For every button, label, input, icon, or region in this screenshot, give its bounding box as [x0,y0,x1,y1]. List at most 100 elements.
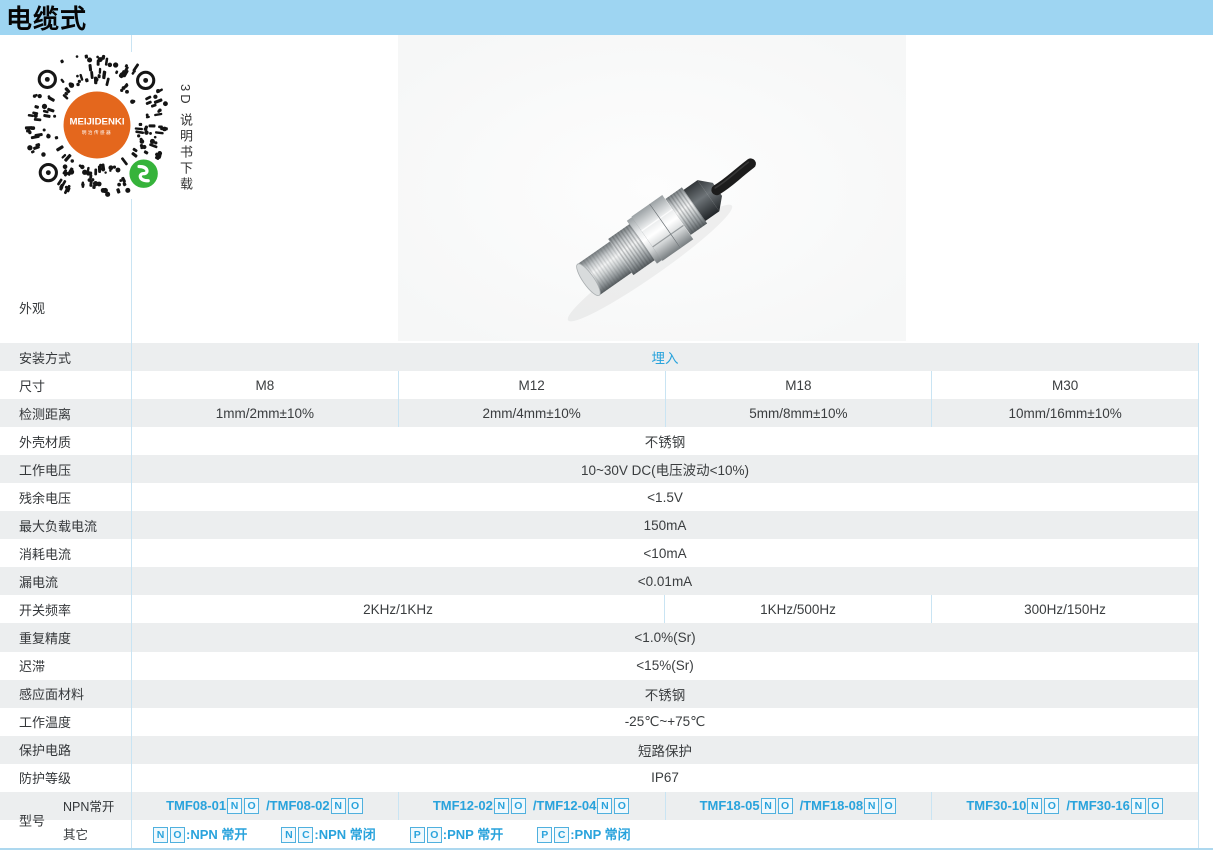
size-cell-m18: M18 [666,371,933,399]
model-row-label: 型号 [19,810,45,829]
row-label: 安装方式 [0,343,131,371]
row-label: 防护等级 [0,764,131,792]
spec-row-temperature: 工作温度 -25℃~+75℃ [0,708,1199,736]
product-photo-area [131,35,1199,343]
row-label: 工作温度 [0,708,131,736]
suffix-box: O [881,798,896,814]
row-label: 工作电压 [0,455,131,483]
spec-row-size: 尺寸 M8 M12 M18 M30 [0,371,1199,399]
suffix-box: O [244,798,259,814]
spec-row-consumption: 消耗电流 <10mA [0,539,1199,567]
model-cell-m18[interactable]: TMF18-05NO/TMF18-08NO [666,792,933,820]
row-label: 漏电流 [0,567,131,595]
row-value: 不锈钢 [645,684,686,704]
spec-row-voltage: 工作电压 10~30V DC(电压波动<10%) [0,455,1199,483]
row-label: 迟滞 [0,652,131,680]
row-value-area: 埋入 [131,343,1199,371]
row-label: 重复精度 [0,623,131,651]
row-value: 短路保护 [638,740,692,760]
legend-item-nc: NC:NPN 常闭 [280,824,375,843]
suffix-box: N [227,798,242,814]
suffix-box: O [511,798,526,814]
spec-row-housing: 外壳材质 不锈钢 [0,427,1199,455]
suffix-box: C [554,827,569,843]
model-cell-m8[interactable]: TMF08-01NO/TMF08-02NO [132,792,399,820]
distance-cell: 1mm/2mm±10% [132,399,399,427]
suffix-box: N [1027,798,1042,814]
row-label: 消耗电流 [0,539,131,567]
suffix-box: O [1148,798,1163,814]
model-npn-no-row: NPN常开 TMF08-01NO/TMF08-02NO TMF12-02NO/T… [0,792,1199,820]
qr-brand-sublabel: 明治传感器 [82,129,112,136]
spec-row-face-material: 感应面材料 不锈钢 [0,680,1199,708]
row-label: 感应面材料 [0,680,131,708]
distance-cell: 5mm/8mm±10% [666,399,933,427]
suffix-box: O [348,798,363,814]
row-value: <0.01mA [638,574,692,589]
qr-brand-label: MEIJIDENKI [69,116,124,127]
row-label: 外壳材质 [0,427,131,455]
suffix-box: N [864,798,879,814]
row-value: IP67 [651,770,679,785]
size-cell-m8: M8 [132,371,399,399]
spec-row-repeatability: 重复精度 <1.0%(Sr) [0,623,1199,651]
spec-row-frequency: 开关频率 2KHz/1KHz 1KHz/500Hz 300Hz/150Hz [0,595,1199,623]
suffix-box: N [597,798,612,814]
model-legend-row: 其它 NO:NPN 常开 NC:NPN 常闭 PO:PNP 常开 PC:PNP … [0,820,1199,848]
suffix-box: N [494,798,509,814]
spec-row-hysteresis: 迟滞 <15%(Sr) [0,652,1199,680]
suffix-box: O [614,798,629,814]
row-value: <1.0%(Sr) [634,630,695,645]
frequency-cell-m18: 1KHz/500Hz [665,595,932,623]
suffix-box: O [1044,798,1059,814]
suffix-box: P [410,827,425,843]
row-label: 检测距离 [0,399,131,427]
spec-row-max-load: 最大负载电流 150mA [0,511,1199,539]
spec-row-residual: 残余电压 <1.5V [0,483,1199,511]
frequency-cell-m30: 300Hz/150Hz [932,595,1199,623]
row-value: -25℃~+75℃ [625,714,706,730]
legend-item-po: PO:PNP 常开 [409,824,503,843]
row-value: 不锈钢 [645,431,686,451]
model-cell-m12[interactable]: TMF12-02NO/TMF12-04NO [399,792,666,820]
spec-row-distance: 检测距离 1mm/2mm±10% 2mm/4mm±10% 5mm/8mm±10%… [0,399,1199,427]
suffix-box: N [761,798,776,814]
suffix-box: O [778,798,793,814]
row-label: 保护电路 [0,736,131,764]
spec-row-model: 型号 NPN常开 TMF08-01NO/TMF08-02NO TMF12-02N… [0,792,1199,848]
qr-code: MEIJIDENKI 明治传感器 [24,52,171,199]
frequency-cell-m8-m12: 2KHz/1KHz [132,595,665,623]
suffix-box: P [537,827,552,843]
model-cell-m30[interactable]: TMF30-10NO/TMF30-16NO [932,792,1199,820]
photo-backdrop [398,35,906,341]
size-cell-m30: M30 [932,371,1199,399]
qr-code-block: MEIJIDENKI 明治传感器 [24,52,171,204]
spec-row-ip-rating: 防护等级 IP67 [0,764,1199,792]
size-cell-m12: M12 [399,371,666,399]
legend-item-pc: PC:PNP 常闭 [536,824,630,843]
header-bar: 电缆式 [0,0,1213,35]
distance-cell: 2mm/4mm±10% [399,399,666,427]
row-value: <10mA [643,546,686,561]
suffix-box: O [170,827,185,843]
suffix-box: O [427,827,442,843]
qr-caption-vertical: 3D 说明书下载 [176,84,195,204]
legend-item-no: NO:NPN 常开 [152,824,247,843]
sensor-product-image [132,35,1199,343]
mounting-value: 埋入 [652,347,679,367]
row-label: 残余电压 [0,483,131,511]
spec-row-protection-circuit: 保护电路 短路保护 [0,736,1199,764]
suffix-box: N [331,798,346,814]
suffix-box: N [153,827,168,843]
suffix-box: N [1131,798,1146,814]
row-label: 尺寸 [0,371,131,399]
row-value: 150mA [644,518,687,533]
suffix-box: N [281,827,296,843]
row-value: <15%(Sr) [636,658,693,673]
spec-row-mounting: 安装方式 埋入 [0,343,1199,371]
distance-cell: 10mm/16mm±10% [932,399,1199,427]
row-label: 开关频率 [0,595,131,623]
spec-row-leakage: 漏电流 <0.01mA [0,567,1199,595]
row-value: 10~30V DC(电压波动<10%) [581,459,749,479]
row-value: <1.5V [647,490,683,505]
